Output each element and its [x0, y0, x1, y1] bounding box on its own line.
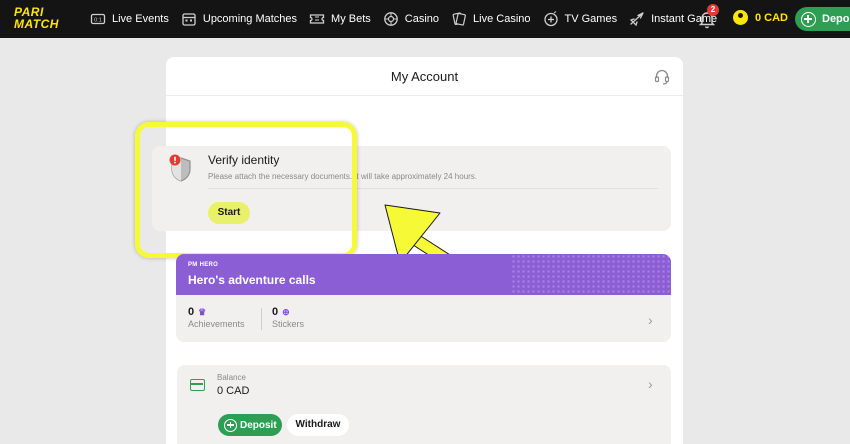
header-deposit-button[interactable]: Deposit — [795, 7, 850, 31]
nav-label: Live Casino — [473, 13, 531, 25]
achievements-value: 0 — [188, 306, 195, 318]
hero-kicker: PM HERO — [188, 262, 219, 268]
deposit-button[interactable]: Deposit — [218, 414, 282, 436]
highlight-frame — [135, 122, 357, 258]
support-icon[interactable] — [653, 68, 671, 86]
achievements-label: Achievements — [188, 319, 245, 329]
title-divider — [166, 95, 683, 96]
achievements-stat: 0 ♛ Achievements — [188, 306, 245, 329]
chevron-right-icon: › — [648, 312, 653, 328]
pm-hero-card[interactable]: PM HERO Hero's adventure calls 0 ♛ Achiev… — [176, 254, 671, 342]
header-balance[interactable]: 0 CAD — [733, 10, 788, 25]
parimatch-logo[interactable]: PARI MATCH — [14, 6, 76, 32]
balance-card: Balance 0 CAD › Deposit Withdraw — [177, 365, 671, 444]
page-title: My Account — [390, 69, 459, 84]
tv-games-icon — [543, 11, 558, 27]
balance-label: Balance — [217, 373, 246, 382]
withdraw-button[interactable]: Withdraw — [287, 414, 349, 436]
nav-tv-games[interactable]: TV Games — [543, 11, 618, 27]
nav-upcoming-matches[interactable]: Upcoming Matches — [181, 11, 297, 27]
nav-my-bets[interactable]: My Bets — [309, 11, 371, 27]
stickers-label: Stickers — [272, 319, 305, 329]
user-icon — [733, 10, 748, 25]
nav-label: TV Games — [564, 13, 618, 25]
notification-badge: 2 — [707, 4, 719, 16]
sticker-icon: ⊕ — [282, 306, 290, 317]
header-balance-value: 0 CAD — [755, 11, 789, 24]
nav-label: Upcoming Matches — [202, 13, 298, 25]
chevron-right-icon[interactable]: › — [648, 376, 653, 392]
main-nav: 0:1 Live Events Upcoming Matches My Bets… — [90, 0, 729, 38]
hero-title: Hero's adventure calls — [188, 273, 316, 287]
roulette-icon — [383, 12, 398, 26]
balance-value: 0 CAD — [217, 385, 250, 397]
hero-pattern — [511, 254, 671, 295]
nav-label: Live Events — [112, 13, 169, 25]
stickers-value: 0 — [272, 306, 279, 318]
svg-text:0:1: 0:1 — [94, 18, 102, 24]
plane-icon — [629, 12, 644, 27]
nav-label: My Bets — [331, 13, 371, 25]
logo-line-2: MATCH — [14, 17, 59, 31]
crown-icon: ♛ — [198, 306, 207, 317]
stickers-stat: 0 ⊕ Stickers — [272, 306, 304, 329]
nav-live-events[interactable]: 0:1 Live Events — [90, 11, 169, 27]
plus-icon — [224, 418, 237, 432]
deposit-label: Deposit — [240, 419, 277, 431]
wallet-card-icon — [190, 379, 205, 391]
nav-live-casino[interactable]: Live Casino — [451, 11, 531, 27]
stat-divider — [261, 308, 262, 330]
top-nav-bar: PARI MATCH 0:1 Live Events Upcoming Matc… — [0, 0, 850, 38]
calendar-icon — [182, 13, 196, 26]
hero-banner: PM HERO Hero's adventure calls — [176, 254, 671, 295]
plus-icon — [801, 11, 816, 27]
live-events-icon: 0:1 — [90, 13, 106, 25]
cards-icon — [452, 12, 466, 26]
nav-casino[interactable]: Casino — [383, 11, 439, 27]
ticket-icon — [309, 14, 325, 24]
nav-label: Casino — [404, 13, 440, 25]
header-deposit-label: Deposit — [822, 13, 850, 25]
